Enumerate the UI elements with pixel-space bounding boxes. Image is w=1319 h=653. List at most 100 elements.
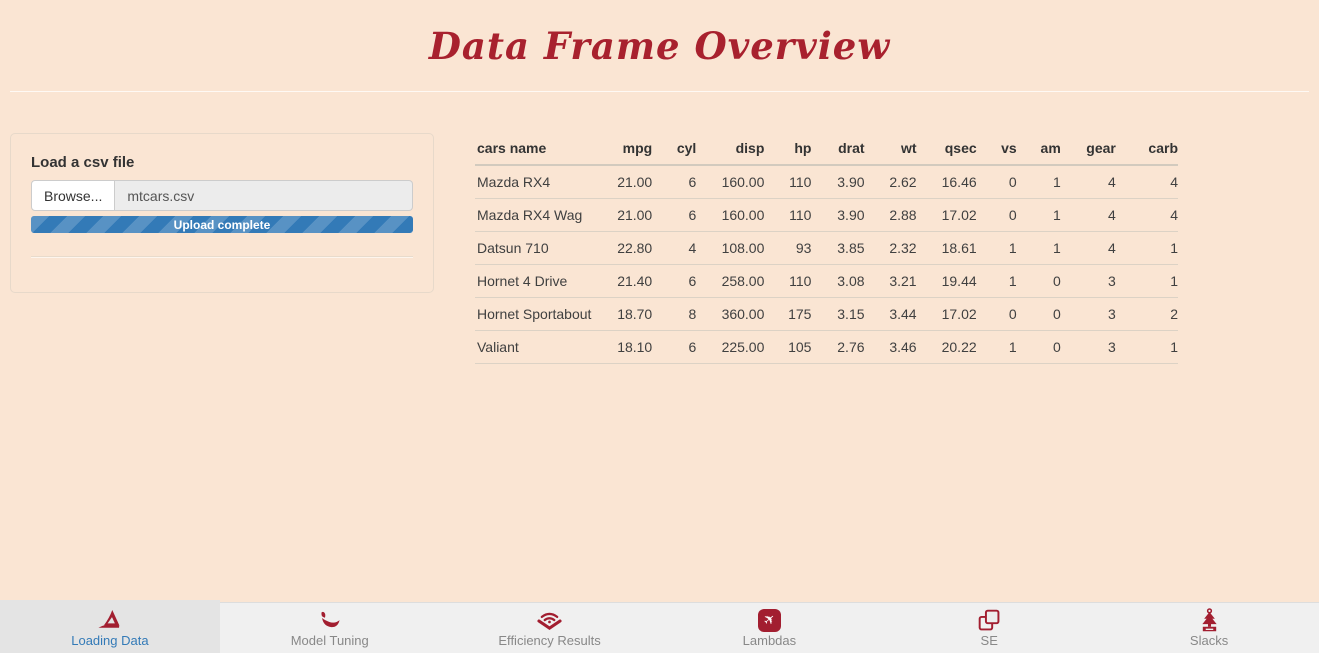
table-cell: 110 <box>764 165 811 199</box>
tab-label: Model Tuning <box>291 633 369 648</box>
column-header: mpg <box>595 132 652 165</box>
crescent-swoosh-icon <box>317 608 342 632</box>
file-input-group: Browse... mtcars.csv <box>31 180 413 211</box>
csv-upload-panel: Load a csv file Browse... mtcars.csv Upl… <box>10 133 434 293</box>
table-cell: Mazda RX4 Wag <box>475 199 595 232</box>
table-cell: 4 <box>1061 232 1116 265</box>
table-cell: 1 <box>977 232 1017 265</box>
column-header: cyl <box>652 132 696 165</box>
column-header: wt <box>865 132 917 165</box>
table-cell: 160.00 <box>696 199 764 232</box>
tab-model-tuning[interactable]: Model Tuning <box>220 603 440 653</box>
column-header: cars name <box>475 132 595 165</box>
fly-plane-icon: ✈ <box>758 608 781 632</box>
data-frame-table-container: cars namempgcyldisphpdratwtqsecvsamgearc… <box>475 132 1178 364</box>
table-cell: 3.21 <box>865 265 917 298</box>
browse-button[interactable]: Browse... <box>31 180 115 211</box>
column-header: am <box>1017 132 1061 165</box>
upload-progress: Upload complete <box>31 216 413 233</box>
table-cell: 4 <box>1061 165 1116 199</box>
tab-label: Slacks <box>1190 633 1228 648</box>
table-cell: 160.00 <box>696 165 764 199</box>
table-cell: 3 <box>1061 265 1116 298</box>
file-input-label: Load a csv file <box>31 154 413 171</box>
table-cell: 21.00 <box>595 199 652 232</box>
table-cell: 1 <box>1017 199 1061 232</box>
header-row: cars namempgcyldisphpdratwtqsecvsamgearc… <box>475 132 1178 165</box>
table-cell: 1 <box>977 265 1017 298</box>
bottom-tab-bar: Loading Data Model Tuning Efficiency <box>0 600 1319 653</box>
table-cell: 18.10 <box>595 331 652 364</box>
tab-efficiency-results[interactable]: Efficiency Results <box>440 603 660 653</box>
table-cell: 8 <box>652 298 696 331</box>
table-cell: 93 <box>764 232 811 265</box>
page-title: Data Frame Overview <box>0 24 1319 68</box>
table-cell: 17.02 <box>917 199 977 232</box>
table-row: Hornet Sportabout18.708360.001753.153.44… <box>475 298 1178 331</box>
table-cell: 1 <box>1116 232 1178 265</box>
table-cell: 20.22 <box>917 331 977 364</box>
column-header: vs <box>977 132 1017 165</box>
upload-progress-bar: Upload complete <box>31 216 413 233</box>
table-cell: 1 <box>1116 331 1178 364</box>
table-cell: 0 <box>1017 331 1061 364</box>
table-cell: 22.80 <box>595 232 652 265</box>
paper-plane-icon <box>96 608 123 632</box>
table-cell: 0 <box>1017 265 1061 298</box>
table-body: Mazda RX421.006160.001103.902.6216.46014… <box>475 165 1178 364</box>
cars-table: cars namempgcyldisphpdratwtqsecvsamgearc… <box>475 132 1178 364</box>
tree-icon <box>1197 608 1222 632</box>
column-header: gear <box>1061 132 1116 165</box>
tab-se[interactable]: SE <box>879 603 1099 653</box>
table-cell: 21.40 <box>595 265 652 298</box>
table-row: Datsun 71022.804108.00933.852.3218.61114… <box>475 232 1178 265</box>
table-cell: 18.70 <box>595 298 652 331</box>
tab-slacks[interactable]: Slacks <box>1099 603 1319 653</box>
table-cell: 3.90 <box>811 165 864 199</box>
tab-lambdas[interactable]: ✈ Lambdas <box>659 603 879 653</box>
table-cell: 2.62 <box>865 165 917 199</box>
table-cell: 1 <box>1017 232 1061 265</box>
table-cell: 19.44 <box>917 265 977 298</box>
table-cell: 6 <box>652 265 696 298</box>
table-cell: 16.46 <box>917 165 977 199</box>
tab-label: Loading Data <box>71 633 148 648</box>
table-cell: 4 <box>1061 199 1116 232</box>
table-cell: Valiant <box>475 331 595 364</box>
table-row: Valiant18.106225.001052.763.4620.221031 <box>475 331 1178 364</box>
table-cell: 175 <box>764 298 811 331</box>
filename-field[interactable]: mtcars.csv <box>115 180 413 211</box>
table-cell: 18.61 <box>917 232 977 265</box>
app-window: Data Frame Overview Load a csv file Brow… <box>0 0 1319 653</box>
table-header: cars namempgcyldisphpdratwtqsecvsamgearc… <box>475 132 1178 165</box>
table-cell: 360.00 <box>696 298 764 331</box>
table-cell: 3 <box>1061 331 1116 364</box>
table-row: Hornet 4 Drive21.406258.001103.083.2119.… <box>475 265 1178 298</box>
table-cell: 3.90 <box>811 199 864 232</box>
tab-loading-data[interactable]: Loading Data <box>0 600 220 653</box>
tab-label: SE <box>981 633 998 648</box>
table-cell: 17.02 <box>917 298 977 331</box>
table-cell: 105 <box>764 331 811 364</box>
table-cell: 1 <box>1116 265 1178 298</box>
table-cell: 258.00 <box>696 265 764 298</box>
table-cell: 1 <box>977 331 1017 364</box>
title-divider <box>10 91 1309 92</box>
table-cell: 2 <box>1116 298 1178 331</box>
table-cell: 110 <box>764 265 811 298</box>
table-cell: 3.44 <box>865 298 917 331</box>
table-cell: 3.15 <box>811 298 864 331</box>
table-cell: 6 <box>652 165 696 199</box>
table-cell: 4 <box>1116 199 1178 232</box>
table-cell: 0 <box>977 165 1017 199</box>
tab-label: Lambdas <box>743 633 796 648</box>
table-cell: 21.00 <box>595 165 652 199</box>
table-cell: Hornet Sportabout <box>475 298 595 331</box>
table-cell: 4 <box>1116 165 1178 199</box>
column-header: drat <box>811 132 864 165</box>
tab-label: Efficiency Results <box>498 633 600 648</box>
table-cell: 6 <box>652 331 696 364</box>
column-header: disp <box>696 132 764 165</box>
table-cell: 108.00 <box>696 232 764 265</box>
table-cell: 0 <box>977 298 1017 331</box>
